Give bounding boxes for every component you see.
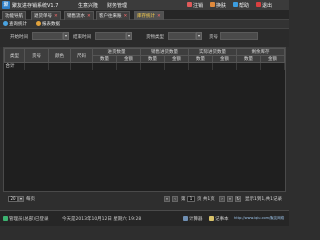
chevron-down-icon[interactable]: ▾ [18,196,24,202]
menu-finance[interactable]: 财务管理 [107,2,127,9]
toolbar: 查询统计 报表数据 [0,20,289,29]
website-link[interactable]: http://www.iqiu.com/聚友网络 [234,216,284,221]
prev-page-icon[interactable]: ‹ [172,196,178,202]
col-header-type[interactable]: 类型 [4,48,25,63]
end-date-label: 结束时间 [73,35,91,40]
skin-icon [210,2,215,7]
tab-stock-stats[interactable]: 库存统计 ✕ [134,11,164,20]
exit-button[interactable]: 退出 [262,2,272,9]
notepad-icon [209,216,214,221]
query-label: 查询统计 [9,22,27,27]
page-size-select[interactable]: 20 [8,196,18,202]
search-icon [3,21,8,26]
status-bar: 管理员(总部)已登录 今天是2013年10月12日 星期六 19:28 计算器 … [0,210,289,226]
filter-panel: 开始时间 ▾ 结束时间 ▾ 货物类型 ▾ 货号 [0,29,289,47]
page-label: 第 [181,197,186,202]
app-logo-icon: 聚 [2,1,10,9]
user-icon [3,216,8,221]
export-button[interactable]: 报表数据 [36,21,60,28]
stock-table: 类型 货号 颜色 尺码 进货数量 销售进货数量 实际进货数量 剩余库存 数量 金… [4,48,285,70]
col-group-purchase: 进货数量 [92,48,141,56]
logout-icon [187,2,192,7]
close-icon[interactable]: ✕ [54,14,58,19]
next-page-icon[interactable]: › [219,196,225,202]
calendar-icon[interactable]: ▾ [126,32,132,40]
close-icon[interactable]: ✕ [157,14,161,19]
pager: 20 ▾ 每页 « ‹ 第 1 页 共1页 › » ↻ 显示1到1,共1记录 [0,192,289,206]
start-date-label: 开始时间 [10,35,28,40]
start-date-input[interactable] [32,32,63,40]
col-header-qty[interactable]: 数量 [92,55,117,63]
calendar-icon[interactable]: ▾ [63,32,69,40]
user-label: 管理员 [9,217,23,222]
tab-customer-account[interactable]: 客户往来账 ✕ [96,11,131,20]
record-range: 显示1到1,共1记录 [245,197,283,202]
switch-skin-button[interactable]: 换肤 [216,2,226,9]
end-date-input[interactable] [95,32,126,40]
tab-return-order[interactable]: 退货单号 ✕ [31,11,61,20]
col-header-goods-no[interactable]: 货号 [24,48,49,63]
tab-label: 库存统计 [137,14,155,19]
notepad-button[interactable]: 记事本 [209,216,229,222]
col-header-amount[interactable]: 金额 [212,55,237,63]
col-header-qty[interactable]: 数量 [236,55,261,63]
exit-icon [256,2,261,7]
tab-label: 退货单号 [34,14,52,19]
col-header-amount[interactable]: 金额 [164,55,189,63]
shop-text: (总部)已登录 [22,217,49,222]
help-button[interactable]: 帮助 [239,2,249,9]
date-text: 今天是2013年10月12日 星期六 19:28 [62,217,142,222]
close-icon[interactable]: ✕ [87,14,91,19]
report-icon [36,21,41,26]
total-label: 合计 [4,62,25,70]
table-row-total[interactable]: 合计 [4,62,285,70]
col-header-qty[interactable]: 数量 [188,55,213,63]
col-header-amount[interactable]: 金额 [260,55,285,63]
tab-navigation[interactable]: 功能导航 [2,11,26,20]
calculator-label: 计算器 [189,217,203,222]
user-status: 管理员(总部)已登录 [3,216,49,222]
calculator-icon [183,216,188,221]
refresh-icon[interactable]: ↻ [235,196,241,202]
app-title: 聚友进存销系统V1.7 [12,3,59,9]
tab-label: 客户往来账 [99,14,122,19]
goods-no-label: 货号 [209,35,218,40]
notepad-label: 记事本 [215,217,229,222]
page-size-suffix: 每页 [26,197,35,202]
tab-sales-flow[interactable]: 销售流水 ✕ [64,11,94,20]
page-number-input[interactable]: 1 [187,196,195,202]
close-icon[interactable]: ✕ [124,14,128,19]
goods-type-label: 货物类型 [146,35,164,40]
tab-bar: 功能导航 退货单号 ✕ 销售流水 ✕ 客户往来账 ✕ 库存统计 ✕ [0,10,289,20]
page-total: 页 共1页 [197,197,215,202]
tab-label: 功能导航 [5,14,23,19]
title-bar: 聚 聚友进存销系统V1.7 生意兴隆 财务管理 注销 换肤 帮助 退出 [0,0,289,10]
col-header-color[interactable]: 颜色 [48,48,71,63]
calculator-button[interactable]: 计算器 [183,216,203,222]
col-header-amount[interactable]: 金额 [116,55,141,63]
col-group-remaining-stock: 剩余库存 [236,48,285,56]
chevron-down-icon[interactable]: ▾ [196,32,202,40]
goods-no-input[interactable] [220,32,258,40]
logout-button[interactable]: 注销 [193,2,203,9]
col-group-sales-purchase: 销售进货数量 [140,48,189,56]
last-page-icon[interactable]: » [227,196,233,202]
tab-label: 销售流水 [67,14,85,19]
menu-ecommerce[interactable]: 生意兴隆 [78,2,98,9]
goods-type-select[interactable] [168,32,196,40]
first-page-icon[interactable]: « [164,196,170,202]
query-button[interactable]: 查询统计 [3,21,27,28]
col-header-size[interactable]: 尺码 [70,48,93,63]
data-grid: 类型 货号 颜色 尺码 进货数量 销售进货数量 实际进货数量 剩余库存 数量 金… [3,47,286,192]
help-icon [233,2,238,7]
col-header-qty[interactable]: 数量 [140,55,165,63]
col-group-actual-purchase: 实际进货数量 [188,48,237,56]
export-label: 报表数据 [42,22,60,27]
